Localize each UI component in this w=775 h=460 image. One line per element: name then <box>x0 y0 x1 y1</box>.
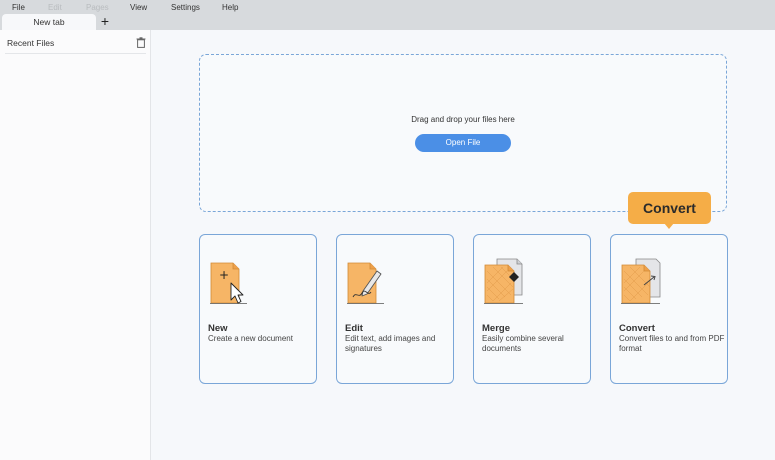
menu-edit[interactable]: Edit <box>48 3 62 12</box>
new-card-description: Create a new document <box>208 334 293 343</box>
merge-card-description: Easily combine several documents <box>482 334 564 353</box>
menu-help[interactable]: Help <box>222 3 238 12</box>
tab-new-tab[interactable]: New tab <box>2 14 96 30</box>
edit-card-title: Edit <box>345 323 363 334</box>
edit-card-description: Edit text, add images and signatures <box>345 334 436 353</box>
add-tab-button[interactable]: + <box>98 13 112 29</box>
convert-tooltip: Convert <box>628 192 711 229</box>
merge-card[interactable]: Merge Easily combine several documents <box>473 234 591 384</box>
convert-card[interactable]: Convert Convert files to and from PDF fo… <box>610 234 728 384</box>
convert-card-description: Convert files to and from PDF format <box>619 334 725 353</box>
menu-file[interactable]: File <box>12 3 25 12</box>
sidebar-divider <box>5 53 146 54</box>
menu-settings[interactable]: Settings <box>171 3 200 12</box>
svg-text:+: + <box>219 268 229 282</box>
tab-strip: New tab + <box>0 13 775 30</box>
new-card[interactable]: + New Create a new document <box>199 234 317 384</box>
new-document-icon: + <box>210 262 247 304</box>
convert-card-title: Convert <box>619 323 655 334</box>
merge-documents-icon <box>484 258 523 304</box>
trash-icon[interactable] <box>136 37 146 48</box>
convert-tooltip-label: Convert <box>643 200 696 216</box>
menu-pages[interactable]: Pages <box>86 3 109 12</box>
menu-view[interactable]: View <box>130 3 147 12</box>
drop-hint: Drag and drop your files here <box>411 115 515 124</box>
menu-bar: File Edit Pages View Settings Help <box>0 0 775 14</box>
main-area: Drag and drop your files here Open File … <box>151 30 775 460</box>
convert-document-icon <box>621 258 661 304</box>
edit-card[interactable]: Edit Edit text, add images and signature… <box>336 234 454 384</box>
new-card-title: New <box>208 323 228 334</box>
recent-files-title: Recent Files <box>7 38 55 48</box>
drop-zone[interactable]: Drag and drop your files here Open File <box>199 54 727 212</box>
merge-card-title: Merge <box>482 323 510 334</box>
open-file-button[interactable]: Open File <box>415 134 511 152</box>
tooltip-pointer <box>664 223 674 229</box>
edit-document-icon <box>347 262 384 304</box>
recent-files-sidebar: Recent Files <box>0 30 151 460</box>
